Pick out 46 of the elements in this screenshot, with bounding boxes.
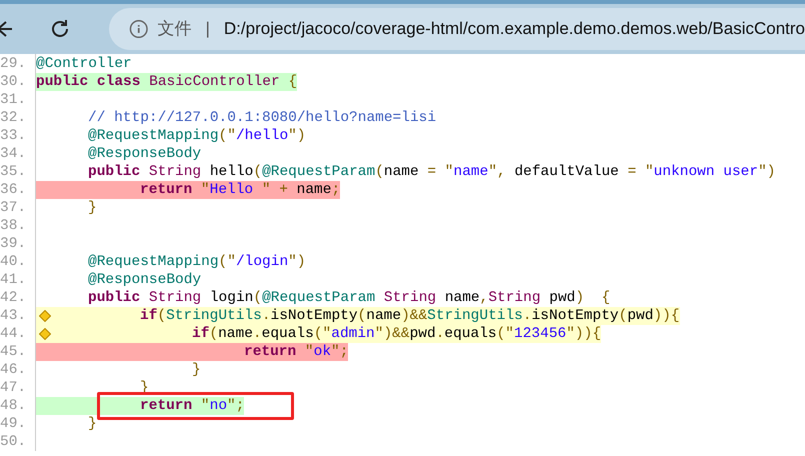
code-line: } [191,361,201,379]
line-number: 42. [0,289,28,307]
code-line: public String hello(@RequestParam(name = "name", defaultValue = "unknown user") [87,163,776,181]
line-number: 44. [0,325,28,343]
line-number: 30. [0,73,28,91]
code-line: return "Hello " + name; [139,181,340,199]
line-number: 29. [0,55,28,73]
address-bar[interactable]: 文件 | D:/project/jacoco/coverage-html/com.example.demo.demos.web/BasicContro [109,8,805,50]
line-number: 33. [0,127,28,145]
line-number: 34. [0,145,28,163]
line-number: 43. [0,307,28,325]
code-line: public class BasicController { [36,73,298,91]
line-number: 35. [0,163,28,181]
code-line: public String login(@RequestParam String name,String pwd) { [87,289,610,307]
code-line: @Controller [36,55,132,73]
code-line: } [87,415,97,433]
line-number: 41. [0,271,28,289]
code-line: if(StringUtils.isNotEmpty(name)&&StringUtils.isNotEmpty(pwd)){ [139,307,680,325]
info-icon[interactable] [129,19,148,39]
code-line: return "no"; [139,397,244,415]
line-number: 48. [0,397,28,415]
code-line: @RequestMapping("/login") [87,253,306,271]
line-number: 32. [0,109,28,127]
code-line: @ResponseBody [87,145,202,163]
file-scheme-label: 文件 [157,18,192,40]
line-number: 47. [0,379,28,397]
reload-icon[interactable] [49,18,71,40]
line-number: 50. [0,433,28,451]
separator: | [205,18,210,40]
code-line: @ResponseBody [87,271,202,289]
code-line: return "ok"; [243,343,348,361]
line-number: 46. [0,361,28,379]
back-arrow-icon[interactable] [0,19,12,39]
code-line: @RequestMapping("/hello") [87,127,306,145]
code-line: if(name.equals("admin")&&pwd.equals("123456")){ [191,325,602,343]
url-text: D:/project/jacoco/coverage-html/com.example.demo.demos.web/BasicContro [224,18,805,40]
line-number: 38. [0,217,28,235]
line-number: 40. [0,253,28,271]
code-line: } [87,199,97,217]
line-number: 36. [0,181,28,199]
line-number: 37. [0,199,28,217]
line-number: 49. [0,415,28,433]
line-number: 31. [0,91,28,109]
line-number: 39. [0,235,28,253]
code-line: // http://127.0.0.1:8080/hello?name=lisi [87,109,436,127]
line-number: 45. [0,343,28,361]
